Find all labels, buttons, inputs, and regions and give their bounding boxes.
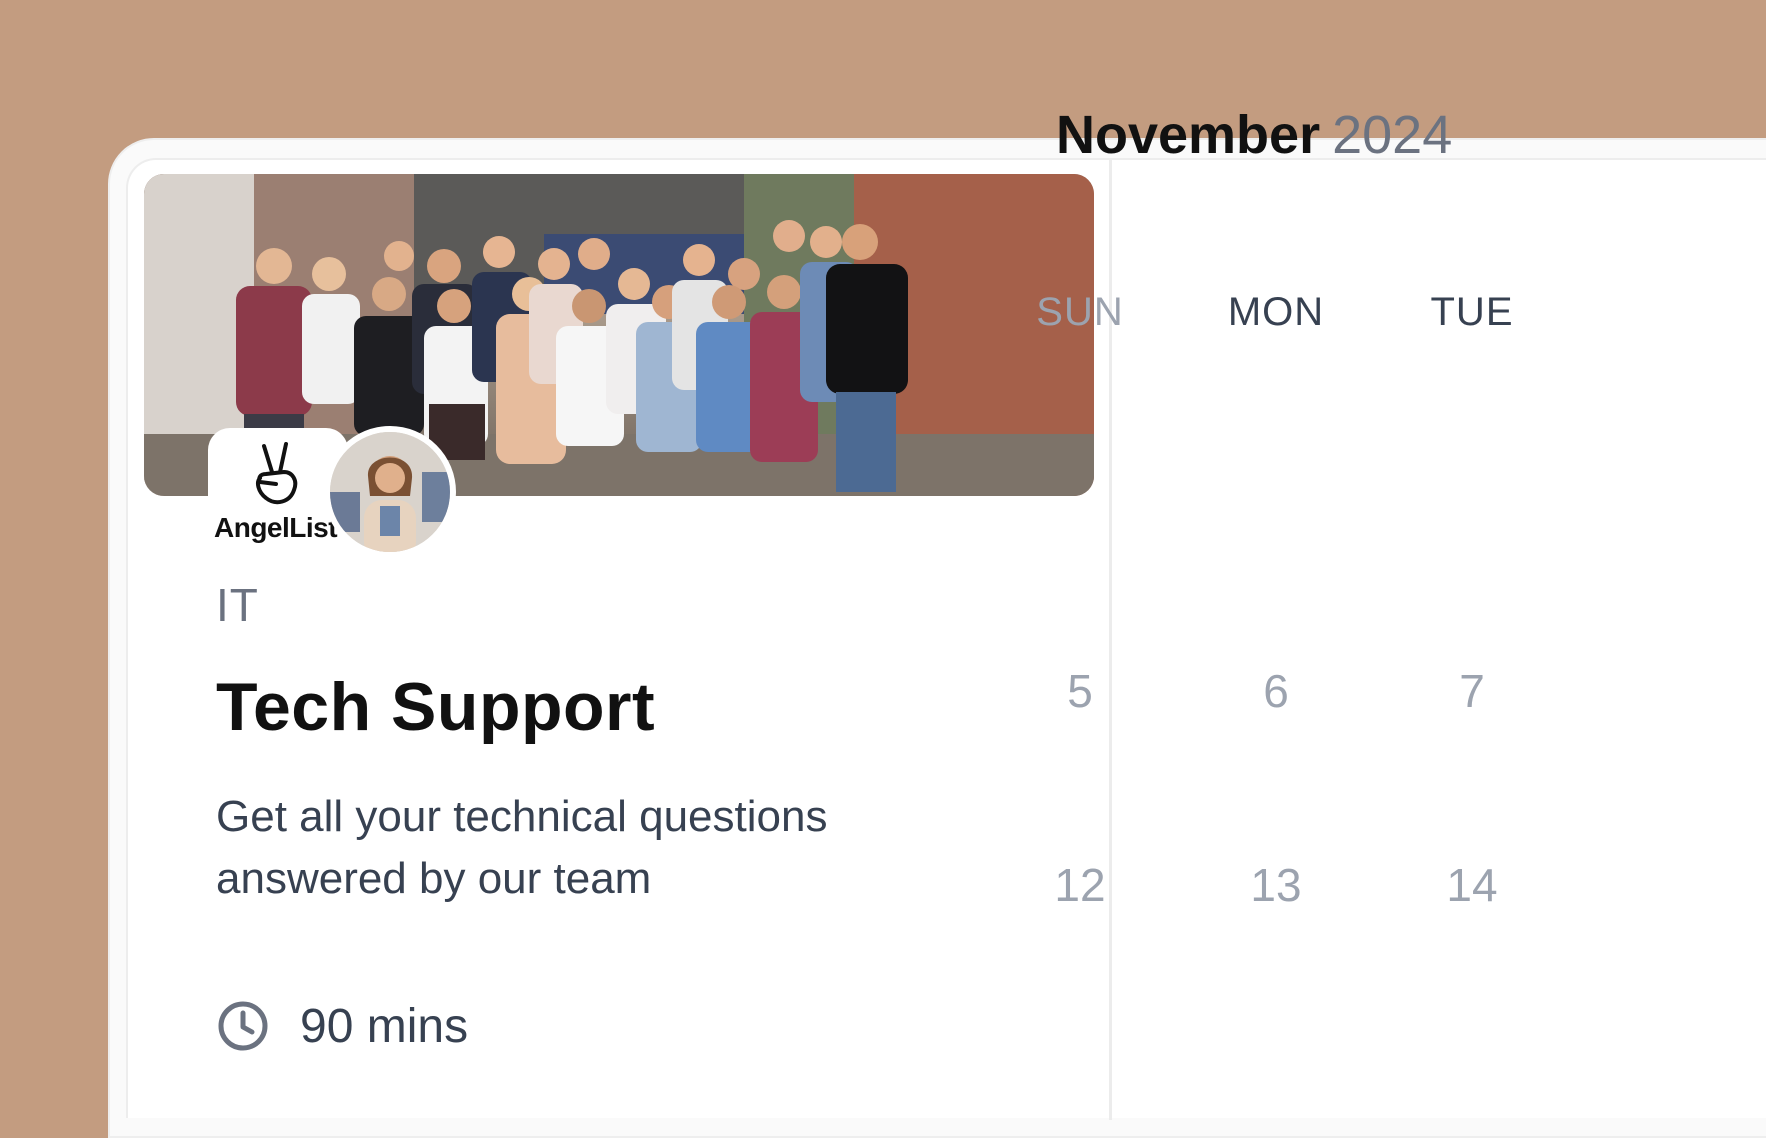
weekday-tue: TUE	[1430, 290, 1514, 334]
calendar-day[interactable]: 5	[1000, 664, 1160, 718]
calendar-year: 2024	[1332, 105, 1453, 165]
calendar-month-header: November 2024	[1056, 104, 1452, 166]
event-description: Get all your technical questions answere…	[216, 792, 828, 903]
calendar-day[interactable]: 12	[1000, 858, 1160, 912]
calendar-day[interactable]: 13	[1196, 858, 1356, 912]
event-category: IT	[216, 579, 259, 631]
calendar-month: November	[1056, 105, 1321, 165]
calendar-day[interactable]: 7	[1392, 664, 1552, 718]
clock-icon	[218, 1001, 268, 1051]
event-details-panel: AngelList IT Tech Support Get all your t…	[128, 160, 1112, 1120]
weekday-mon: MON	[1227, 290, 1325, 334]
peace-hand-icon	[256, 442, 298, 505]
calendar-day[interactable]: 6	[1196, 664, 1356, 718]
host-avatar	[324, 426, 456, 558]
event-title: Tech Support	[216, 669, 656, 745]
company-wordmark: AngelList	[214, 512, 338, 543]
calendar-day[interactable]: 14	[1392, 858, 1552, 912]
event-duration: 90 mins	[216, 996, 468, 1056]
weekday-sun: SUN	[1036, 290, 1124, 334]
duration-label: 90 mins	[300, 999, 469, 1053]
